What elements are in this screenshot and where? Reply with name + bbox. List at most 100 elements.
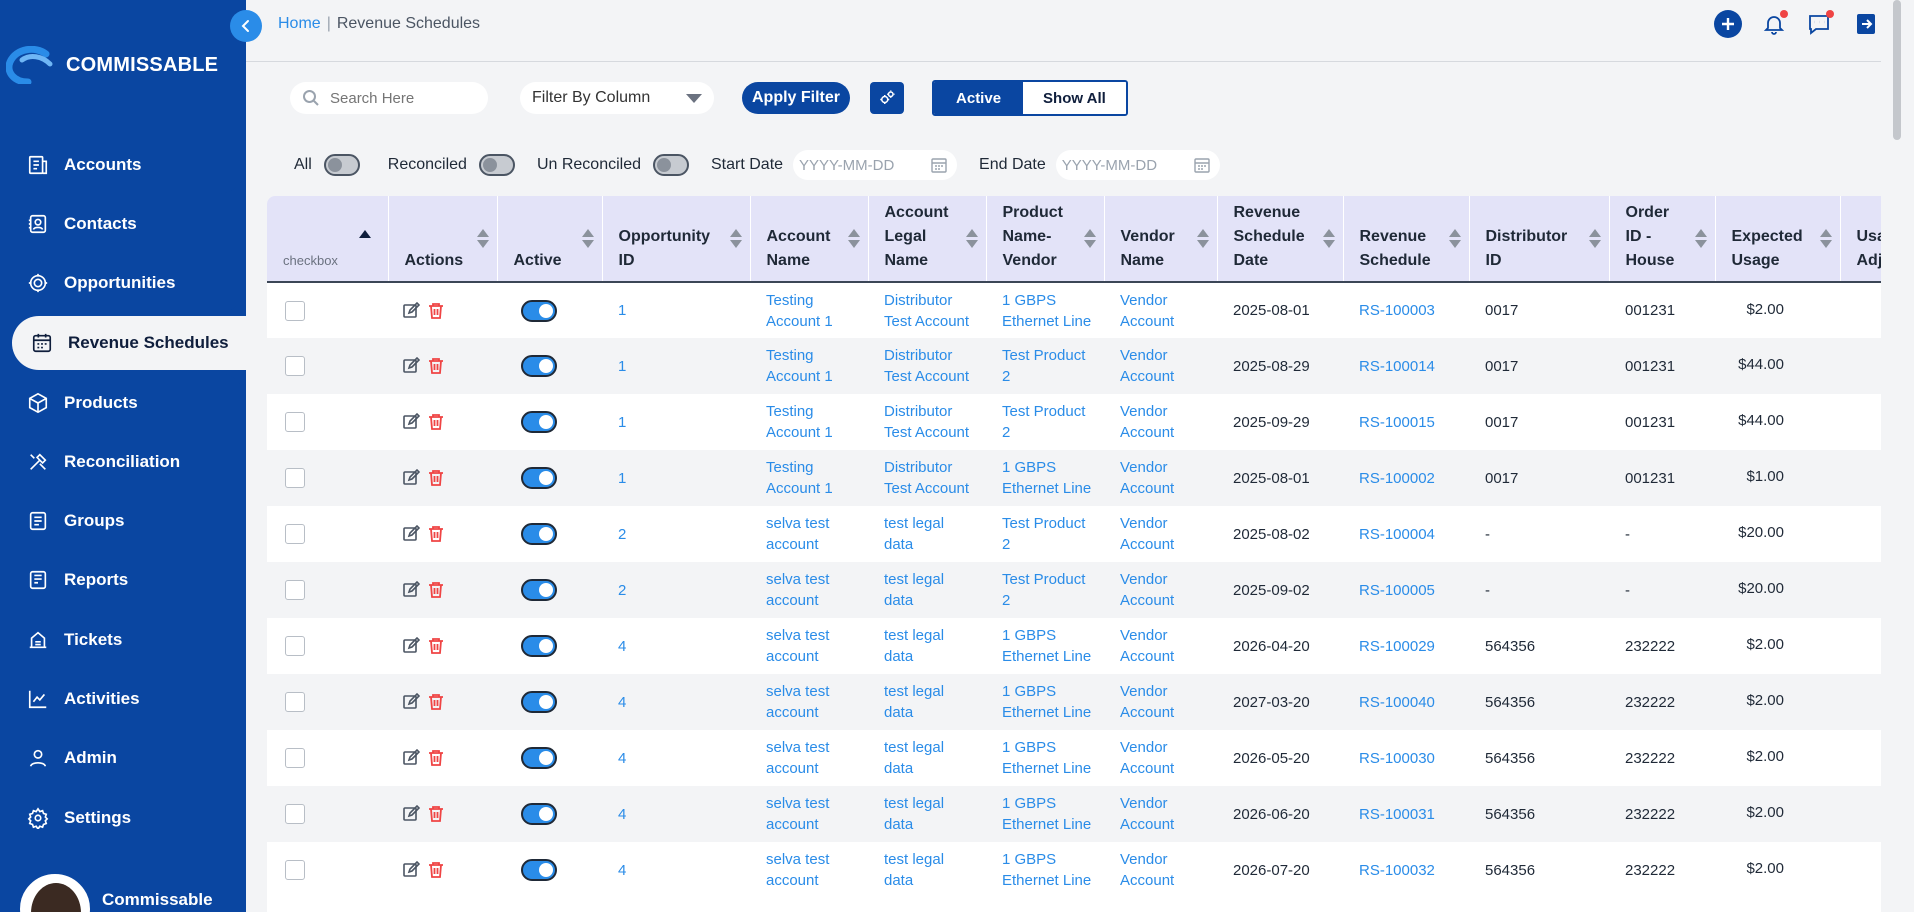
edit-icon[interactable] bbox=[402, 861, 420, 879]
cell-account-name[interactable]: selva test account bbox=[750, 786, 868, 842]
cell-account-name[interactable]: selva test account bbox=[750, 730, 868, 786]
cell-account-name[interactable]: selva test account bbox=[750, 562, 868, 618]
cell-account-name[interactable]: selva test account bbox=[750, 506, 868, 562]
show-all-tab[interactable]: Show All bbox=[1023, 82, 1126, 114]
sort-icon[interactable] bbox=[1448, 228, 1461, 249]
delete-icon[interactable] bbox=[428, 413, 444, 431]
sidebar-item-reports[interactable]: Reports bbox=[0, 551, 246, 610]
row-checkbox[interactable] bbox=[285, 860, 305, 880]
messages-icon[interactable] bbox=[1806, 10, 1834, 38]
active-toggle[interactable] bbox=[521, 523, 557, 545]
sidebar-item-contacts[interactable]: Contacts bbox=[0, 194, 246, 253]
unreconciled-toggle[interactable] bbox=[653, 154, 689, 176]
delete-icon[interactable] bbox=[428, 469, 444, 487]
cell-revenue-schedule[interactable]: RS-100005 bbox=[1343, 562, 1469, 618]
cell-vendor-name[interactable]: Vendor Account bbox=[1104, 450, 1217, 506]
column-header-product-name-vendor[interactable]: Product Name-Vendor bbox=[986, 196, 1105, 282]
cell-account-legal-name[interactable]: test legal data bbox=[868, 842, 986, 898]
cell-vendor-name[interactable]: Vendor Account bbox=[1104, 786, 1217, 842]
sort-icon[interactable] bbox=[1588, 228, 1601, 249]
cell-revenue-schedule[interactable]: RS-100004 bbox=[1343, 506, 1469, 562]
edit-icon[interactable] bbox=[402, 805, 420, 823]
sidebar-item-opportunities[interactable]: Opportunities bbox=[0, 253, 246, 313]
active-toggle[interactable] bbox=[521, 467, 557, 489]
cell-account-legal-name[interactable]: test legal data bbox=[868, 674, 986, 730]
table-row[interactable]: 4 selva test account test legal data 1 GBPS… bbox=[267, 842, 1881, 898]
cell-vendor-name[interactable]: Vendor Account bbox=[1104, 506, 1217, 562]
column-header-order-id-house[interactable]: Order ID - House bbox=[1609, 196, 1716, 282]
sidebar-item-groups[interactable]: Groups bbox=[0, 491, 246, 550]
delete-icon[interactable] bbox=[428, 302, 444, 320]
sidebar-item-revenue-schedules[interactable]: Revenue Schedules bbox=[12, 315, 246, 370]
active-toggle[interactable] bbox=[521, 411, 557, 433]
logout-icon[interactable] bbox=[1852, 10, 1880, 38]
cell-product-name-vendor[interactable]: Test Product 2 bbox=[986, 394, 1104, 450]
column-header-account-legal-name[interactable]: Account Legal Name bbox=[868, 196, 987, 282]
delete-icon[interactable] bbox=[428, 749, 444, 767]
column-settings-button[interactable] bbox=[870, 82, 905, 114]
cell-vendor-name[interactable]: Vendor Account bbox=[1104, 618, 1217, 674]
sidebar-item-products[interactable]: Products bbox=[0, 372, 246, 433]
cell-opportunity-id[interactable]: 2 bbox=[602, 506, 750, 562]
cell-account-legal-name[interactable]: Distributor Test Account bbox=[868, 450, 986, 506]
edit-icon[interactable] bbox=[402, 581, 420, 599]
sidebar-item-activities[interactable]: Activities bbox=[0, 669, 246, 728]
cell-product-name-vendor[interactable]: Test Product 2 bbox=[986, 338, 1104, 394]
cell-opportunity-id[interactable]: 1 bbox=[602, 450, 750, 506]
column-header-opportunity-id[interactable]: Opportunity ID bbox=[602, 196, 751, 282]
cell-account-legal-name[interactable]: Distributor Test Account bbox=[868, 338, 986, 394]
delete-icon[interactable] bbox=[428, 637, 444, 655]
cell-account-legal-name[interactable]: test legal data bbox=[868, 618, 986, 674]
end-date-input[interactable]: YYYY-MM-DD bbox=[1055, 150, 1220, 180]
cell-vendor-name[interactable]: Vendor Account bbox=[1104, 282, 1217, 338]
row-checkbox[interactable] bbox=[285, 692, 305, 712]
sort-icon[interactable] bbox=[1196, 228, 1209, 249]
row-checkbox[interactable] bbox=[285, 636, 305, 656]
column-header-usage-adj[interactable]: Usage Adj bbox=[1840, 196, 1881, 282]
table-row[interactable]: 1 Testing Account 1 Distributor Test Accou… bbox=[267, 338, 1881, 394]
cell-product-name-vendor[interactable]: 1 GBPS Ethernet Line bbox=[986, 618, 1104, 674]
active-toggle[interactable] bbox=[521, 299, 557, 322]
scrollbar-thumb[interactable] bbox=[1893, 0, 1901, 140]
cell-vendor-name[interactable]: Vendor Account bbox=[1104, 730, 1217, 786]
edit-icon[interactable] bbox=[402, 693, 420, 711]
cell-account-name[interactable]: selva test account bbox=[750, 842, 868, 898]
cell-product-name-vendor[interactable]: 1 GBPS Ethernet Line bbox=[986, 450, 1104, 506]
collapse-sidebar-button[interactable] bbox=[230, 10, 262, 42]
start-date-input[interactable]: YYYY-MM-DD bbox=[793, 150, 958, 180]
column-header-actions[interactable]: Actions bbox=[388, 196, 498, 282]
cell-product-name-vendor[interactable]: 1 GBPS Ethernet Line bbox=[986, 674, 1104, 730]
all-toggle[interactable] bbox=[323, 154, 360, 176]
cell-account-legal-name[interactable]: test legal data bbox=[868, 562, 986, 618]
cell-account-name[interactable]: selva test account bbox=[750, 674, 868, 730]
row-checkbox[interactable] bbox=[285, 356, 305, 376]
sort-icon[interactable] bbox=[1322, 228, 1335, 249]
cell-opportunity-id[interactable]: 4 bbox=[602, 786, 750, 842]
cell-revenue-schedule[interactable]: RS-100014 bbox=[1343, 338, 1469, 394]
page-scrollbar[interactable] bbox=[1881, 0, 1914, 912]
sort-icon[interactable] bbox=[1819, 228, 1832, 249]
row-checkbox[interactable] bbox=[285, 580, 305, 600]
sidebar-item-admin[interactable]: Admin bbox=[0, 729, 246, 788]
cell-opportunity-id[interactable]: 4 bbox=[602, 842, 750, 898]
active-toggle[interactable] bbox=[521, 859, 557, 881]
cell-opportunity-id[interactable]: 2 bbox=[602, 562, 750, 618]
column-header-account-name[interactable]: Account Name bbox=[750, 196, 869, 282]
sort-icon[interactable] bbox=[1694, 228, 1707, 249]
row-checkbox[interactable] bbox=[285, 524, 305, 544]
user-card[interactable]: Commissable bbox=[20, 874, 213, 912]
sidebar-item-reconciliation[interactable]: Reconciliation bbox=[0, 432, 246, 491]
cell-vendor-name[interactable]: Vendor Account bbox=[1104, 394, 1217, 450]
cell-vendor-name[interactable]: Vendor Account bbox=[1104, 674, 1217, 730]
row-checkbox[interactable] bbox=[285, 412, 305, 432]
table-row[interactable]: 1 Testing Account 1 Distributor Test Accou… bbox=[267, 450, 1881, 506]
cell-product-name-vendor[interactable]: 1 GBPS Ethernet Line bbox=[986, 842, 1104, 898]
cell-revenue-schedule[interactable]: RS-100030 bbox=[1343, 730, 1469, 786]
sort-icon[interactable] bbox=[1083, 228, 1096, 249]
cell-account-name[interactable]: Testing Account 1 bbox=[750, 282, 868, 338]
cell-product-name-vendor[interactable]: 1 GBPS Ethernet Line bbox=[986, 730, 1104, 786]
cell-vendor-name[interactable]: Vendor Account bbox=[1104, 562, 1217, 618]
filter-by-column-select[interactable]: Filter By Column bbox=[520, 82, 714, 114]
active-toggle[interactable] bbox=[521, 803, 557, 825]
edit-icon[interactable] bbox=[402, 301, 420, 320]
